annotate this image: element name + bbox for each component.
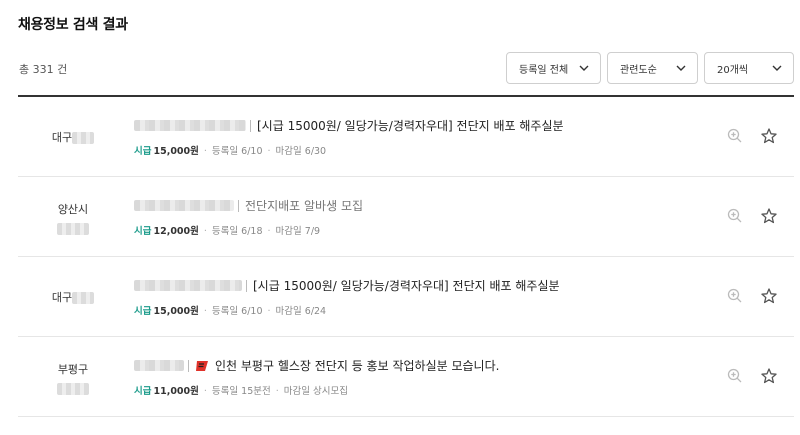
divider <box>246 279 247 292</box>
listing-row[interactable]: 대구 [시급 15000원/ 일당가능/경력자우대] 전단지 배포 해주실분 시… <box>18 97 794 177</box>
listing-row[interactable]: 대구 [시급 15000원/ 일당가능/경력자우대] 전단지 배포 해주실분 시… <box>18 257 794 337</box>
star-icon[interactable] <box>760 367 778 385</box>
chevron-down-icon <box>772 65 782 71</box>
listing-meta: 시급 12,000원 · 등록일 6/18 · 마감일 7/9 <box>134 226 321 237</box>
divider <box>188 359 189 372</box>
listing-location: 부평구 <box>18 361 128 395</box>
page-size-label: 20개씩 <box>717 64 749 76</box>
star-icon[interactable] <box>760 127 778 145</box>
listing-meta: 시급 15,000원 · 등록일 6/10 · 마감일 6/30 <box>134 146 327 157</box>
sort-select[interactable]: 관련도순 <box>607 52 698 84</box>
divider <box>250 119 251 132</box>
listing-title-line[interactable]: 전단지배포 알바생 모집 <box>134 197 363 214</box>
result-count: 총 331 건 <box>19 63 68 76</box>
listing-title-line[interactable]: [시급 15000원/ 일당가능/경력자우대] 전단지 배포 해주실분 <box>134 117 564 134</box>
row-actions <box>726 127 778 145</box>
listing-title[interactable]: 전단지배포 알바생 모집 <box>245 197 363 214</box>
blurred-text <box>72 132 95 144</box>
listing-row[interactable]: 양산시 전단지배포 알바생 모집 시급 12,000원 · 등록일 6/18 · 마감일 … <box>18 177 794 257</box>
divider <box>238 199 239 212</box>
listing-location: 양산시 <box>18 201 128 235</box>
listing-row[interactable]: 부평구 인천 부평구 헬스장 전단지 등 홍보 작업하실분 모습니다. 시급 11… <box>18 337 794 417</box>
date-filter-select[interactable]: 등록일 전체 <box>506 52 601 84</box>
listing-location: 대구 <box>18 289 128 305</box>
zoom-in-icon[interactable] <box>726 287 744 305</box>
filter-bar: 등록일 전체 관련도순 20개씩 <box>506 52 794 84</box>
star-icon[interactable] <box>760 287 778 305</box>
page-size-select[interactable]: 20개씩 <box>704 52 794 84</box>
listing-title-line[interactable]: [시급 15000원/ 일당가능/경력자우대] 전단지 배포 해주실분 <box>134 277 560 294</box>
listing-title[interactable]: 인천 부평구 헬스장 전단지 등 홍보 작업하실분 모습니다. <box>215 357 499 374</box>
blurred-company <box>134 120 246 131</box>
zoom-in-icon[interactable] <box>726 207 744 225</box>
listing-title-line[interactable]: 인천 부평구 헬스장 전단지 등 홍보 작업하실분 모습니다. <box>134 357 499 374</box>
blurred-company <box>134 200 234 211</box>
row-actions <box>726 287 778 305</box>
listing-title[interactable]: [시급 15000원/ 일당가능/경력자우대] 전단지 배포 해주실분 <box>257 117 564 134</box>
row-actions <box>726 367 778 385</box>
chevron-down-icon <box>579 65 589 71</box>
date-filter-label: 등록일 전체 <box>519 64 569 76</box>
row-actions <box>726 207 778 225</box>
sort-label: 관련도순 <box>620 64 657 76</box>
star-icon[interactable] <box>760 207 778 225</box>
blurred-text <box>57 223 89 235</box>
blurred-text <box>57 383 89 395</box>
listing-title[interactable]: [시급 15000원/ 일당가능/경력자우대] 전단지 배포 해주실분 <box>253 277 560 294</box>
blurred-company <box>134 360 184 371</box>
page-title: 채용정보 검색 결과 <box>18 17 128 33</box>
listing-meta: 시급 15,000원 · 등록일 6/10 · 마감일 6/24 <box>134 306 327 317</box>
listing-meta: 시급 11,000원 · 등록일 15분전 · 마감일 상시모집 <box>134 386 348 397</box>
zoom-in-icon[interactable] <box>726 127 744 145</box>
listing-location: 대구 <box>18 129 128 145</box>
blurred-company <box>134 280 242 291</box>
zoom-in-icon[interactable] <box>726 367 744 385</box>
hot-badge-icon <box>196 360 208 371</box>
chevron-down-icon <box>676 65 686 71</box>
blurred-text <box>72 292 95 304</box>
